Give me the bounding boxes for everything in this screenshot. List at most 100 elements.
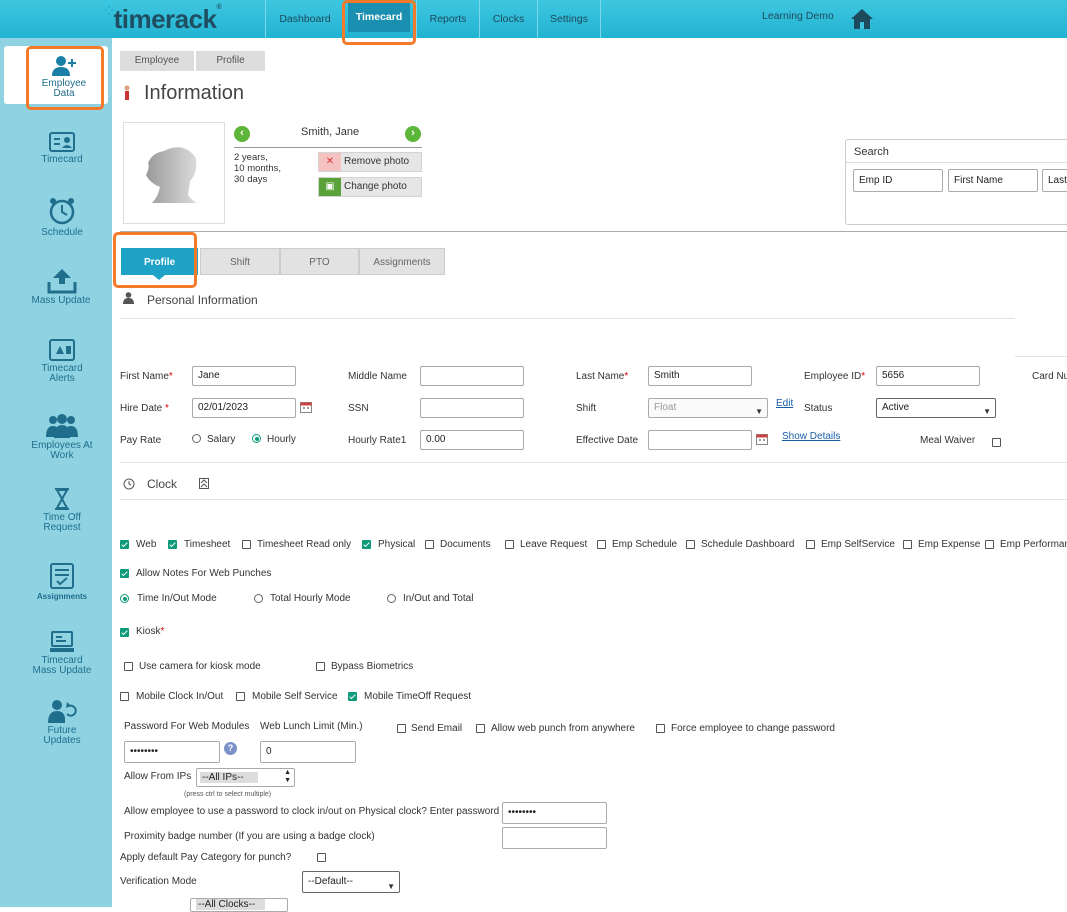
timerack-logo[interactable]: ⁘timerack® xyxy=(104,4,222,35)
emp-expense-checkbox[interactable] xyxy=(903,540,912,549)
personal-info-title: Personal Information xyxy=(147,293,258,307)
allow-notes-label: Allow Notes For Web Punches xyxy=(136,568,272,579)
personal-divider-right xyxy=(1015,356,1067,357)
account-name[interactable]: Learning Demo xyxy=(762,10,834,22)
use-camera-label: Use camera for kiosk mode xyxy=(139,661,261,672)
search-title: Search xyxy=(854,146,889,158)
in-out-and-total-radio[interactable] xyxy=(387,594,396,603)
total-hourly-radio[interactable] xyxy=(254,594,263,603)
physical-password-input[interactable]: •••••••• xyxy=(502,802,607,824)
web-password-input[interactable]: •••••••• xyxy=(124,741,220,763)
show-details-link[interactable]: Show Details xyxy=(782,431,840,442)
bypass-biometrics-checkbox[interactable] xyxy=(316,662,325,671)
home-icon[interactable] xyxy=(850,8,874,30)
emp-expense-label: Emp Expense xyxy=(918,539,981,550)
nav-dashboard[interactable]: Dashboard xyxy=(265,0,344,38)
sidebar-item-timecard[interactable]: Timecard xyxy=(0,131,124,165)
help-icon[interactable]: ? xyxy=(224,742,237,755)
search-last-name-input[interactable]: Last xyxy=(1042,169,1067,192)
default-pay-checkbox[interactable] xyxy=(317,853,326,862)
collapse-icon[interactable] xyxy=(199,478,209,489)
lunch-limit-input[interactable]: 0 xyxy=(260,741,356,763)
change-photo-button[interactable]: ▣ Change photo xyxy=(318,177,422,197)
status-select[interactable]: Active ▼ xyxy=(876,398,996,418)
total-hourly-label: Total Hourly Mode xyxy=(270,593,351,604)
emp-schedule-checkbox[interactable] xyxy=(597,540,606,549)
allow-anywhere-checkbox[interactable] xyxy=(476,724,485,733)
sidebar-item-timecard-alerts[interactable]: Timecard Alerts xyxy=(0,338,124,384)
mobile-timeoff-checkbox[interactable] xyxy=(348,692,357,701)
breadcrumb-employee[interactable]: Employee xyxy=(120,51,194,71)
use-camera-checkbox[interactable] xyxy=(124,662,133,671)
tab-pto[interactable]: PTO xyxy=(280,248,359,275)
shift-edit-link[interactable]: Edit xyxy=(776,398,793,409)
sidebar-item-future-updates[interactable]: Future Updates xyxy=(0,698,124,746)
mobile-self-service-checkbox[interactable] xyxy=(236,692,245,701)
timesheet-checkbox[interactable] xyxy=(168,540,177,549)
chevron-down-icon: ▼ xyxy=(387,882,395,891)
sidebar-item-employee-data[interactable]: Employee Data xyxy=(4,55,124,99)
allow-ips-option[interactable]: --All IPs-- xyxy=(200,772,258,783)
effective-date-input[interactable] xyxy=(648,430,752,450)
page-title: Information xyxy=(144,82,245,104)
change-photo-label: Change photo xyxy=(344,181,407,192)
ssn-input[interactable] xyxy=(420,398,524,418)
tenure-days: 30 days xyxy=(234,174,268,185)
meal-waiver-checkbox[interactable] xyxy=(992,438,1001,447)
sidebar-item-assignments[interactable]: Assignments xyxy=(0,562,124,602)
schedule-dashboard-checkbox[interactable] xyxy=(686,540,695,549)
sidebar-item-employees-at-work[interactable]: Employees At Work xyxy=(0,413,124,461)
clocks-select[interactable]: --All Clocks-- xyxy=(190,898,288,912)
allow-notes-checkbox[interactable] xyxy=(120,569,129,578)
hourly-rate-input[interactable]: 0.00 xyxy=(420,430,524,450)
emp-performance-checkbox[interactable] xyxy=(985,540,994,549)
verification-select[interactable]: --Default-- ▼ xyxy=(302,871,400,893)
mobile-clock-checkbox[interactable] xyxy=(120,692,129,701)
nav-clocks[interactable]: Clocks xyxy=(479,0,537,38)
tab-shift[interactable]: Shift xyxy=(200,248,280,275)
shift-select[interactable]: Float ▼ xyxy=(648,398,768,418)
timesheet-read-only-checkbox[interactable] xyxy=(242,540,251,549)
nav-reports[interactable]: Reports xyxy=(416,0,479,38)
clock-divider xyxy=(120,499,1067,500)
calendar-icon[interactable] xyxy=(300,401,312,413)
first-name-input[interactable]: Jane xyxy=(192,366,296,386)
tab-assignments[interactable]: Assignments xyxy=(359,248,445,275)
physical-checkbox[interactable] xyxy=(362,540,371,549)
previous-employee-button[interactable]: ‹ xyxy=(234,126,250,142)
search-first-name-input[interactable]: First Name xyxy=(948,169,1038,192)
last-name-input[interactable]: Smith xyxy=(648,366,752,386)
emp-selfservice-checkbox[interactable] xyxy=(806,540,815,549)
salary-radio[interactable] xyxy=(192,434,201,443)
in-out-and-total-label: In/Out and Total xyxy=(403,593,474,604)
allow-ips-select[interactable]: --All IPs-- ▲ ▼ xyxy=(196,768,295,787)
middle-name-input[interactable] xyxy=(420,366,524,386)
remove-photo-button[interactable]: ✕ Remove photo xyxy=(318,152,422,172)
search-emp-id-input[interactable]: Emp ID xyxy=(853,169,943,192)
next-employee-button[interactable]: › xyxy=(405,126,421,142)
hourly-radio[interactable] xyxy=(252,434,261,443)
hire-date-input[interactable]: 02/01/2023 xyxy=(192,398,296,418)
leave-request-checkbox[interactable] xyxy=(505,540,514,549)
proximity-input[interactable] xyxy=(502,827,607,849)
allow-anywhere-label: Allow web punch from anywhere xyxy=(491,723,635,734)
documents-checkbox[interactable] xyxy=(425,540,434,549)
emp-performance-label: Emp Performan xyxy=(1000,539,1067,550)
nav-settings[interactable]: Settings xyxy=(537,0,601,38)
send-email-checkbox[interactable] xyxy=(397,724,406,733)
employee-id-input[interactable]: 5656 xyxy=(876,366,980,386)
kiosk-checkbox[interactable] xyxy=(120,628,129,637)
schedule-dashboard-label: Schedule Dashboard xyxy=(701,539,795,550)
time-in-out-radio[interactable] xyxy=(120,594,129,603)
web-checkbox[interactable] xyxy=(120,540,129,549)
sidebar-item-timecard-mass-update[interactable]: Timecard Mass Update xyxy=(0,630,124,676)
sidebar-item-mass-update[interactable]: Mass Update xyxy=(0,268,124,306)
force-change-checkbox[interactable] xyxy=(656,724,665,733)
employee-id-label-text: Employee ID xyxy=(804,371,862,382)
breadcrumb-profile[interactable]: Profile xyxy=(196,51,265,71)
calendar-icon[interactable] xyxy=(756,433,768,445)
chevron-down-icon: ▼ xyxy=(983,407,991,416)
sidebar-item-time-off-request[interactable]: Time Off Request xyxy=(0,487,124,533)
spinner-arrows-icon[interactable]: ▲ ▼ xyxy=(284,769,291,785)
sidebar-item-schedule[interactable]: Schedule xyxy=(0,196,124,238)
